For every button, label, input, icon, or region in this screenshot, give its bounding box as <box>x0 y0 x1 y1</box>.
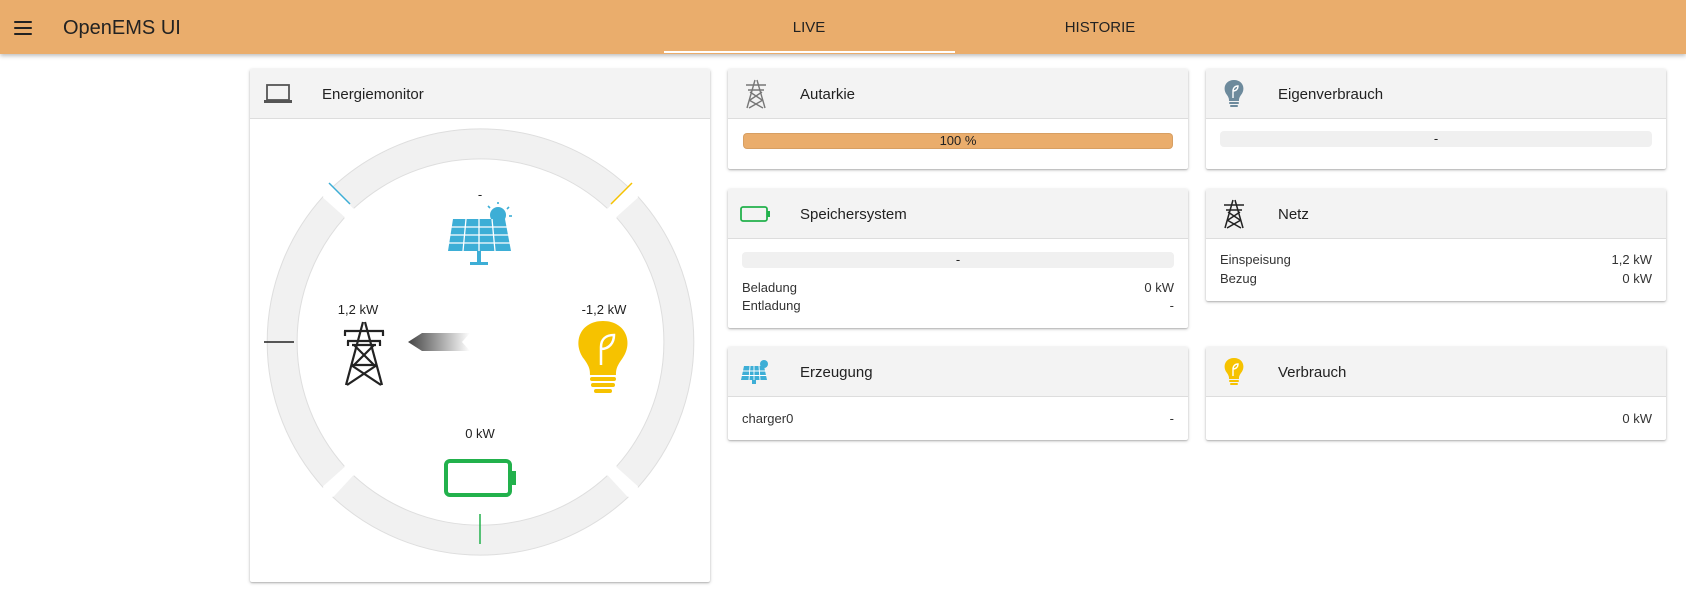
erzeugung-header: Erzeugung <box>728 347 1188 397</box>
active-tab-indicator <box>664 51 955 53</box>
lightbulb-icon <box>1218 356 1250 388</box>
battery-icon <box>444 459 516 497</box>
consumption-value: -1,2 kW <box>582 302 628 317</box>
laptop-icon <box>262 78 294 110</box>
speichersystem-header: Speichersystem <box>728 189 1188 239</box>
row-value: - <box>1169 298 1174 313</box>
card-title: Verbrauch <box>1278 364 1347 381</box>
grid-value: 1,2 kW <box>338 302 379 317</box>
eigenverbrauch-progress-bar: - <box>1220 131 1652 147</box>
battery-icon <box>740 198 772 230</box>
grid-tower-icon <box>343 321 385 386</box>
card-title: Autarkie <box>800 86 856 103</box>
autarkie-header: Autarkie <box>728 69 1188 119</box>
grid-tower-icon <box>1218 198 1250 230</box>
autarkie-percent: 100 % <box>939 133 977 148</box>
row-label: Beladung <box>742 280 797 295</box>
row-value: 0 kW <box>1144 280 1174 295</box>
card-title: Netz <box>1278 206 1309 223</box>
tab-historie[interactable]: HISTORIE <box>955 19 1245 36</box>
grid-tower-icon <box>740 78 772 110</box>
verbrauch-card: Verbrauch 0 kW <box>1206 347 1666 440</box>
app-title: OpenEMS UI <box>63 17 181 39</box>
row-value: - <box>1169 411 1174 426</box>
solar-panel-icon <box>448 202 512 265</box>
tab-live[interactable]: LIVE <box>664 19 954 36</box>
autarkie-card: Autarkie 100 % <box>728 69 1188 169</box>
bezug-row: Bezug 0 kW <box>1220 271 1652 286</box>
einspeisung-row: Einspeisung 1,2 kW <box>1220 252 1652 267</box>
erzeugung-card: Erzeugung charger0 - <box>728 347 1188 440</box>
card-title: Speichersystem <box>800 206 907 223</box>
row-value: 0 kW <box>1622 271 1652 286</box>
netz-header: Netz <box>1206 189 1666 239</box>
netz-card: Netz Einspeisung 1,2 kW Bezug 0 kW <box>1206 189 1666 301</box>
row-label: Bezug <box>1220 271 1257 286</box>
card-title: Eigenverbrauch <box>1278 86 1384 103</box>
solar-panel-icon <box>740 356 772 388</box>
energy-flow-diagram: - 1,2 kW -1,2 kW 0 kW <box>264 128 695 556</box>
speichersystem-card: Speichersystem - Beladung 0 kW Entladung… <box>728 189 1188 328</box>
speichersystem-progress-bar: - <box>742 252 1174 268</box>
production-value: - <box>478 187 482 202</box>
lightbulb-icon <box>578 321 628 393</box>
top-toolbar: OpenEMS UI LIVE HISTORIE <box>0 0 1686 54</box>
eigenverbrauch-header: Eigenverbrauch <box>1206 69 1666 119</box>
row-label: Einspeisung <box>1220 252 1291 267</box>
energiemonitor-card: Energiemonitor - 1,2 kW -1,2 kW 0 kW <box>250 69 710 582</box>
row-value: 0 kW <box>1622 411 1652 426</box>
energiemonitor-header: Energiemonitor <box>250 69 710 119</box>
verbrauch-header: Verbrauch <box>1206 347 1666 397</box>
card-title: Energiemonitor <box>322 86 424 103</box>
menu-icon[interactable] <box>12 17 34 37</box>
row-value: 1,2 kW <box>1611 252 1652 267</box>
row-label: charger0 <box>742 411 794 426</box>
storage-value: 0 kW <box>465 426 495 441</box>
eigenverbrauch-percent: - <box>1433 131 1439 146</box>
row-label: Entladung <box>742 298 801 313</box>
card-title: Erzeugung <box>800 364 873 381</box>
grid-flow-arrow <box>408 333 470 351</box>
beladung-row: Beladung 0 kW <box>742 280 1174 295</box>
speichersystem-soc: - <box>955 252 961 267</box>
eigenverbrauch-card: Eigenverbrauch - <box>1206 69 1666 169</box>
charger0-row: charger0 - <box>742 411 1174 426</box>
autarkie-progress-bar: 100 % <box>743 133 1173 149</box>
entladung-row: Entladung - <box>742 298 1174 313</box>
lightbulb-icon <box>1218 78 1250 110</box>
